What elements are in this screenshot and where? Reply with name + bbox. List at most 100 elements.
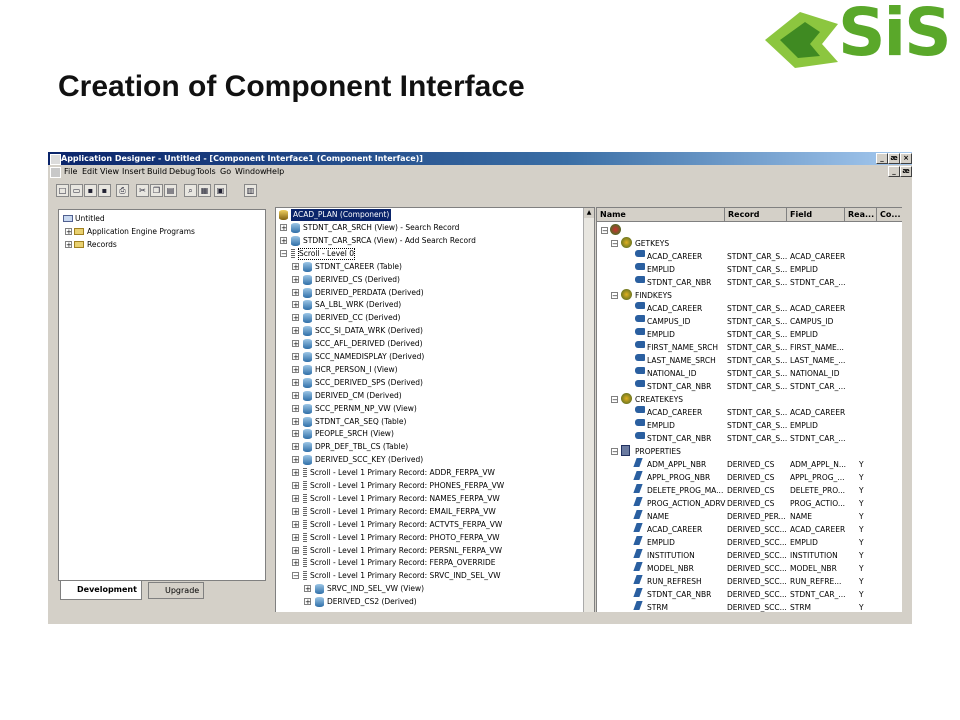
ci-property-row[interactable]: EMPLID STDNT_CAR_S... EMPLID — [597, 328, 903, 341]
ci-property-row[interactable]: RUN_REFRESH DERIVED_SCC... RUN_REFRE... Y — [597, 575, 903, 588]
menu-window[interactable]: Window — [235, 165, 267, 178]
ci-property-row[interactable]: PROG_ACTION_ADRV DERIVED_CS PROG_ACTIO... Y — [597, 497, 903, 510]
ci-property-row[interactable]: STDNT_CAR_NBR STDNT_CAR_S... STDNT_CAR_... — [597, 432, 903, 445]
expand-icon[interactable]: + — [292, 378, 299, 386]
child-restore-button[interactable]: æ — [900, 166, 912, 177]
ci-property-row[interactable]: ACAD_CAREER STDNT_CAR_S... ACAD_CAREER — [597, 302, 903, 315]
minimize-button[interactable]: _ — [876, 153, 888, 164]
properties-icon[interactable]: ▥ — [244, 184, 257, 197]
expand-icon[interactable]: + — [292, 494, 299, 502]
ci-root-row[interactable]: − — [597, 224, 903, 237]
expand-icon[interactable]: + — [280, 236, 287, 244]
expand-icon[interactable]: + — [292, 533, 299, 541]
right-scrollbar[interactable] — [902, 207, 910, 624]
cut-icon[interactable]: ✂ — [136, 184, 149, 197]
menu-help[interactable]: Help — [266, 165, 284, 178]
ci-property-row[interactable]: ACAD_CAREER STDNT_CAR_S... ACAD_CAREER — [597, 250, 903, 263]
expand-icon[interactable]: + — [292, 469, 299, 477]
expand-icon[interactable]: + — [292, 314, 299, 322]
validate-icon[interactable]: ▣ — [214, 184, 227, 197]
paste-icon[interactable]: ▤ — [164, 184, 177, 197]
ci-group-row[interactable]: − GETKEYS — [597, 237, 903, 250]
ci-property-row[interactable]: EMPLID STDNT_CAR_S... EMPLID — [597, 263, 903, 276]
menu-insert[interactable]: Insert — [122, 165, 145, 178]
expand-icon[interactable]: + — [292, 520, 299, 528]
expand-icon[interactable]: + — [292, 288, 299, 296]
restore-button[interactable]: æ — [888, 153, 900, 164]
expand-icon[interactable]: + — [292, 482, 299, 490]
expand-icon[interactable]: + — [292, 559, 299, 567]
collapse-icon[interactable]: − — [601, 227, 608, 235]
expand-icon[interactable]: + — [280, 224, 287, 232]
column-record[interactable]: Record — [725, 208, 787, 222]
expand-icon[interactable]: + — [65, 228, 72, 236]
menu-view[interactable]: View — [100, 165, 119, 178]
expand-icon[interactable]: + — [292, 275, 299, 283]
expand-icon[interactable]: + — [292, 443, 299, 451]
expand-icon[interactable]: + — [292, 327, 299, 335]
expand-icon[interactable]: − — [280, 249, 287, 257]
expand-icon[interactable]: + — [292, 404, 299, 412]
expand-icon[interactable]: + — [292, 546, 299, 554]
expand-icon[interactable]: + — [65, 241, 72, 249]
expand-icon[interactable]: − — [292, 572, 299, 580]
expand-icon[interactable]: + — [304, 598, 311, 606]
ci-property-row[interactable]: NATIONAL_ID STDNT_CAR_S... NATIONAL_ID — [597, 367, 903, 380]
ci-group-row[interactable]: − PROPERTIES — [597, 445, 903, 458]
menu-tools[interactable]: Tools — [196, 165, 216, 178]
ci-property-row[interactable]: APPL_PROG_NBR DERIVED_CS APPL_PROG_... Y — [597, 471, 903, 484]
column-collection[interactable]: Co... — [877, 208, 903, 222]
column-name[interactable]: Name — [597, 208, 725, 222]
new-icon[interactable]: □ — [56, 184, 69, 197]
ci-property-row[interactable]: STDNT_CAR_NBR STDNT_CAR_S... STDNT_CAR_... — [597, 276, 903, 289]
ci-group-row[interactable]: − FINDKEYS — [597, 289, 903, 302]
expand-icon[interactable]: + — [292, 456, 299, 464]
ci-property-row[interactable]: INSTITUTION DERIVED_SCC... INSTITUTION Y — [597, 549, 903, 562]
expand-icon[interactable]: + — [304, 585, 311, 593]
expand-icon[interactable]: + — [292, 353, 299, 361]
expand-icon[interactable]: + — [292, 430, 299, 438]
collapse-icon[interactable]: − — [611, 396, 618, 404]
project-icon[interactable]: ▦ — [198, 184, 211, 197]
ci-group-row[interactable]: − CREATEKEYS — [597, 393, 903, 406]
column-field[interactable]: Field — [787, 208, 845, 222]
ci-property-row[interactable]: DELETE_PROG_MA... DERIVED_CS DELETE_PRO...… — [597, 484, 903, 497]
ci-property-row[interactable]: ADM_APPL_NBR DERIVED_CS ADM_APPL_N... Y — [597, 458, 903, 471]
scroll-up-icon[interactable]: ▲ — [584, 208, 594, 218]
ci-property-row[interactable]: STDNT_CAR_NBR DERIVED_SCC... STDNT_CAR_...… — [597, 588, 903, 601]
ci-property-row[interactable]: MODEL_NBR DERIVED_SCC... MODEL_NBR Y — [597, 562, 903, 575]
ci-property-row[interactable]: FIRST_NAME_SRCH STDNT_CAR_S... FIRST_NAME.… — [597, 341, 903, 354]
ci-property-row[interactable]: LAST_NAME_SRCH STDNT_CAR_S... LAST_NAME_..… — [597, 354, 903, 367]
open-icon[interactable]: ▭ — [70, 184, 83, 197]
menu-build[interactable]: Build — [147, 165, 167, 178]
expand-icon[interactable]: + — [292, 391, 299, 399]
expand-icon[interactable]: + — [292, 365, 299, 373]
expand-icon[interactable]: + — [292, 262, 299, 270]
tree-scrollbar[interactable]: ▲ — [583, 208, 594, 613]
menu-file[interactable]: File — [64, 165, 77, 178]
column-read-only[interactable]: Rea... — [845, 208, 877, 222]
collapse-icon[interactable]: − — [611, 240, 618, 248]
save-icon[interactable]: ▪ — [84, 184, 97, 197]
child-minimize-button[interactable]: _ — [888, 166, 900, 177]
ci-property-row[interactable]: EMPLID DERIVED_SCC... EMPLID Y — [597, 536, 903, 549]
copy-icon[interactable]: ❐ — [150, 184, 163, 197]
tree-item-records[interactable]: Records — [87, 240, 117, 249]
ci-property-row[interactable]: STDNT_CAR_NBR STDNT_CAR_S... STDNT_CAR_... — [597, 380, 903, 393]
tree-item-app-engine-programs[interactable]: Application Engine Programs — [87, 227, 195, 236]
find-icon[interactable]: ⌕ — [184, 184, 197, 197]
ci-property-row[interactable]: ACAD_CAREER STDNT_CAR_S... ACAD_CAREER — [597, 406, 903, 419]
ci-property-row[interactable]: EMPLID STDNT_CAR_S... EMPLID — [597, 419, 903, 432]
close-button[interactable]: × — [900, 153, 912, 164]
ci-property-row[interactable]: NAME DERIVED_PER... NAME Y — [597, 510, 903, 523]
collapse-icon[interactable]: − — [611, 448, 618, 456]
ci-property-row[interactable]: CAMPUS_ID STDNT_CAR_S... CAMPUS_ID — [597, 315, 903, 328]
menu-debug[interactable]: Debug — [169, 165, 195, 178]
expand-icon[interactable]: + — [292, 417, 299, 425]
tab-development[interactable]: Development — [60, 580, 142, 600]
menu-go[interactable]: Go — [220, 165, 231, 178]
save-all-icon[interactable]: ▪ — [98, 184, 111, 197]
menu-edit[interactable]: Edit — [82, 165, 98, 178]
expand-icon[interactable]: + — [292, 340, 299, 348]
tab-upgrade[interactable]: Upgrade — [148, 582, 205, 599]
